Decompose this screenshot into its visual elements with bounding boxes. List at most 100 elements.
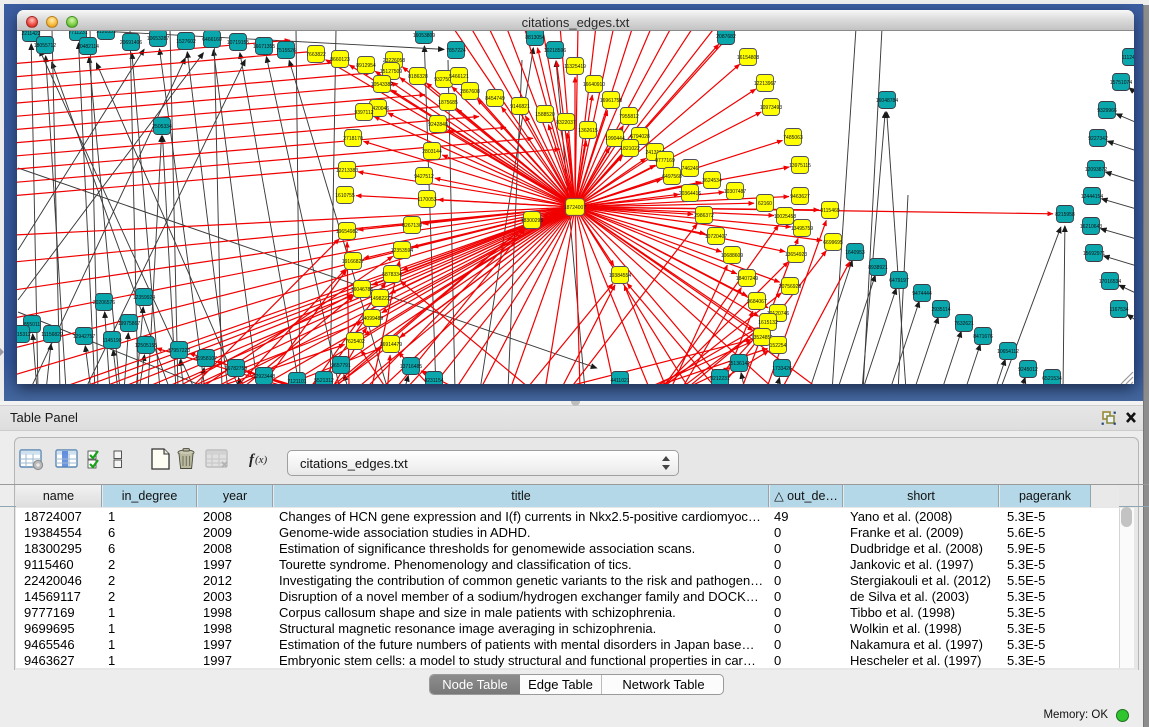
svg-text:1640953: 1640953	[845, 250, 865, 256]
svg-text:18407249: 18407249	[736, 276, 758, 282]
svg-text:9474444: 9474444	[912, 291, 932, 297]
svg-text:10720407: 10720407	[705, 234, 727, 240]
svg-text:16782759: 16782759	[225, 366, 247, 372]
svg-text:20756928: 20756928	[779, 284, 801, 290]
svg-text:3624534: 3624534	[702, 178, 722, 184]
svg-text:12444154: 12444154	[1081, 194, 1103, 200]
svg-text:17957223: 17957223	[168, 348, 190, 354]
svg-text:16961758: 16961758	[600, 98, 622, 104]
svg-text:1362615: 1362615	[578, 128, 598, 134]
svg-text:1145190: 1145190	[102, 338, 121, 344]
svg-text:15127509: 15127509	[380, 69, 402, 75]
svg-text:16914479: 16914479	[380, 342, 402, 348]
svg-text:7857224: 7857224	[446, 48, 466, 54]
svg-text:9231154: 9231154	[424, 378, 443, 384]
svg-text:12923448: 12923448	[253, 374, 275, 380]
svg-text:9427512: 9427512	[414, 174, 434, 180]
svg-text:7632621: 7632621	[954, 321, 974, 327]
svg-text:19975867: 19975867	[118, 321, 140, 327]
svg-text:20206576: 20206576	[93, 300, 115, 306]
svg-text:7663822: 7663822	[306, 52, 326, 58]
svg-text:20482114: 20482114	[77, 44, 99, 50]
svg-text:10719155: 10719155	[227, 40, 249, 46]
svg-text:11156829: 11156829	[41, 332, 63, 338]
svg-text:10543382: 10543382	[371, 82, 393, 88]
svg-text:5878334: 5878334	[382, 272, 402, 278]
svg-text:12505155: 12505155	[135, 343, 157, 349]
svg-text:16154808: 16154808	[737, 55, 759, 61]
svg-text:10973493: 10973493	[760, 105, 782, 111]
svg-text:16671355: 16671355	[253, 44, 275, 50]
svg-text:2986372: 2986372	[694, 213, 714, 219]
svg-text:1733426: 1733426	[772, 366, 792, 372]
svg-text:6497568: 6497568	[662, 174, 682, 180]
svg-text:8212231: 8212231	[710, 376, 730, 382]
svg-text:2211422: 2211422	[21, 31, 40, 37]
svg-text:14099489: 14099489	[361, 316, 383, 322]
svg-text:6699695: 6699695	[823, 240, 843, 246]
svg-text:10218596: 10218596	[544, 48, 566, 54]
svg-text:9777169: 9777169	[655, 158, 675, 164]
svg-text:12213967: 12213967	[754, 81, 776, 87]
svg-text:9227342: 9227342	[1088, 136, 1108, 142]
svg-text:6794028: 6794028	[630, 134, 650, 140]
svg-text:18055712: 18055712	[34, 43, 56, 49]
svg-text:9146821: 9146821	[510, 104, 530, 110]
svg-text:2718170: 2718170	[343, 136, 363, 142]
svg-text:2803144: 2803144	[422, 149, 442, 155]
svg-text:8267130: 8267130	[402, 223, 422, 229]
svg-text:8454749: 8454749	[485, 96, 505, 102]
svg-text:12942757: 12942757	[73, 334, 95, 340]
svg-text:5466121: 5466121	[449, 74, 469, 80]
svg-text:5521312: 5521312	[314, 378, 334, 384]
svg-text:16046786: 16046786	[351, 287, 373, 293]
svg-text:17016534: 17016534	[1099, 279, 1121, 285]
svg-text:6466160: 6466160	[202, 37, 222, 43]
svg-text:62160: 62160	[758, 201, 772, 207]
svg-text:8322037: 8322037	[556, 120, 576, 126]
svg-text:11325419: 11325419	[564, 64, 586, 70]
svg-text:2087682: 2087682	[716, 34, 736, 40]
svg-text:1112415: 1112415	[1122, 55, 1134, 61]
svg-text:8938921: 8938921	[868, 265, 888, 271]
svg-text:8215958: 8215958	[1055, 212, 1075, 218]
svg-text:7955812: 7955812	[619, 114, 639, 120]
svg-text:8186328: 8186328	[408, 74, 428, 80]
svg-text:10025458: 10025458	[774, 214, 796, 220]
svg-text:9115460: 9115460	[820, 208, 839, 214]
svg-text:1588520: 1588520	[535, 112, 555, 118]
svg-text:12093872: 12093872	[1085, 167, 1107, 173]
svg-text:152254: 152254	[770, 343, 787, 349]
svg-text:7625402: 7625402	[345, 339, 365, 345]
svg-text:18724007: 18724007	[564, 205, 586, 211]
svg-text:13716485: 13716485	[400, 364, 422, 370]
svg-text:8660123: 8660123	[330, 57, 350, 63]
svg-text:10307487: 10307487	[724, 189, 746, 195]
svg-text:15136141: 15136141	[728, 361, 750, 367]
svg-text:1170053: 1170053	[417, 197, 436, 203]
svg-text:1610755: 1610755	[335, 193, 355, 199]
svg-text:20364416: 20364416	[679, 191, 701, 197]
svg-text:8471676: 8471676	[973, 334, 993, 340]
svg-text:20691406: 20691406	[120, 40, 142, 46]
svg-text:6521534: 6521534	[1042, 376, 1062, 382]
svg-text:15751074: 15751074	[1110, 80, 1132, 86]
svg-text:8912954: 8912954	[356, 63, 376, 69]
svg-text:18300295: 18300295	[521, 218, 543, 224]
svg-text:9657791: 9657791	[331, 363, 351, 369]
svg-text:6479197: 6479197	[889, 278, 909, 284]
svg-text:1615132: 1615132	[758, 320, 778, 326]
svg-text:10653287: 10653287	[147, 36, 169, 42]
svg-text:2935114: 2935114	[931, 307, 950, 313]
svg-text:4411021: 4411021	[610, 378, 629, 384]
svg-text:2867608: 2867608	[460, 89, 480, 95]
svg-text:10688609: 10688609	[721, 253, 743, 259]
svg-text:1875685: 1875685	[438, 100, 458, 106]
svg-text:12353594: 12353594	[391, 248, 413, 254]
svg-text:1167534: 1167534	[1109, 307, 1128, 313]
svg-text:11958107: 11958107	[195, 356, 217, 362]
svg-text:12359924: 12359924	[133, 295, 155, 301]
svg-text:19384554: 19384554	[609, 273, 631, 279]
svg-text:16640910: 16640910	[583, 82, 605, 88]
svg-text:1915312: 1915312	[17, 332, 31, 338]
